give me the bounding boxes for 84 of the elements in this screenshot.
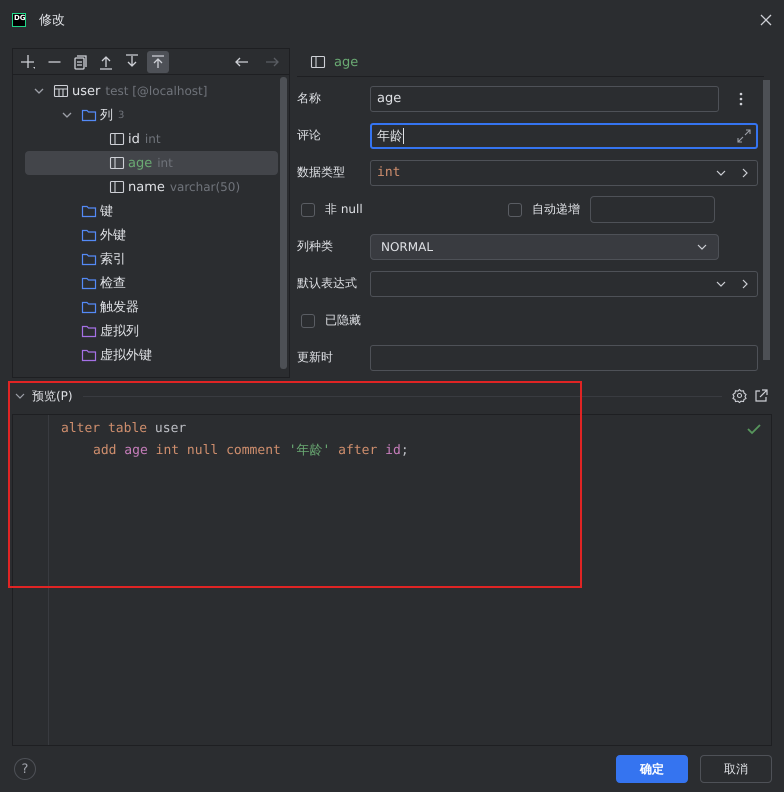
folder-icon xyxy=(81,251,97,267)
field-label: 更新时 xyxy=(297,349,334,366)
tree-item[interactable]: id int xyxy=(25,127,278,151)
tree-label: 索引 xyxy=(100,251,126,268)
tree-item[interactable]: 列 3 xyxy=(25,103,278,127)
checkbox-label: 非 null xyxy=(325,201,363,218)
tree-item[interactable]: 虚拟外键 xyxy=(25,343,278,367)
text-field[interactable]: 年龄 xyxy=(370,122,758,148)
tree-detail: 3 xyxy=(118,110,124,120)
folder-icon xyxy=(81,227,97,243)
tree-item[interactable]: 外键 xyxy=(25,223,278,247)
tree-label: 虚拟外键 xyxy=(100,347,152,364)
field-label: 默认表达式 xyxy=(297,275,358,292)
tree-label: id xyxy=(128,132,140,146)
tree-item[interactable]: name varchar(50) xyxy=(25,175,278,199)
checkbox-label: 自动递增 xyxy=(532,201,580,218)
folder-icon xyxy=(81,323,97,339)
tree-item[interactable]: 触发器 xyxy=(25,295,278,319)
checkbox[interactable] xyxy=(301,202,315,216)
checkbox[interactable] xyxy=(508,202,522,216)
field-label: 列种类 xyxy=(297,238,334,255)
dropdown[interactable]: NORMAL xyxy=(370,234,719,260)
scrollbar[interactable] xyxy=(280,77,287,369)
checkbox[interactable] xyxy=(301,314,315,328)
field-label: 名称 xyxy=(297,90,322,107)
preview-title[interactable]: 预览(P) xyxy=(32,388,73,404)
close-icon[interactable] xyxy=(760,14,772,26)
tree-item[interactable]: 虚拟列 xyxy=(25,319,278,343)
column-icon xyxy=(109,179,125,195)
up-icon xyxy=(98,54,114,70)
expand-icon[interactable] xyxy=(737,128,751,142)
text-field[interactable] xyxy=(370,344,758,370)
add-icon xyxy=(20,54,36,70)
table-icon xyxy=(53,83,69,99)
cancel-button[interactable]: 取消 xyxy=(700,755,772,783)
tree-label: user xyxy=(72,84,100,98)
folder-icon xyxy=(81,275,97,291)
tree-label: name xyxy=(128,180,165,194)
column-icon xyxy=(109,131,125,147)
folder-icon xyxy=(81,203,97,219)
tree-label: age xyxy=(128,156,152,170)
field-label: 评论 xyxy=(297,127,322,144)
more-icon[interactable] xyxy=(739,92,743,106)
tree-label: 虚拟列 xyxy=(100,323,139,340)
code-line: add age int null comment '年龄' after id; xyxy=(92,442,410,460)
field-value: int xyxy=(377,165,400,180)
tree-item[interactable]: 索引 xyxy=(25,247,278,271)
window-title: 修改 xyxy=(39,12,65,29)
tree-item[interactable]: user test [@localhost] xyxy=(25,79,278,103)
checkbox-label: 已隐藏 xyxy=(325,312,361,329)
down-icon xyxy=(124,54,140,70)
open-external-icon[interactable] xyxy=(754,389,768,403)
tree-detail: test [@localhost] xyxy=(105,84,208,98)
tree-detail: int xyxy=(144,132,161,146)
folder-icon xyxy=(81,347,97,363)
tree-item[interactable]: 检查 xyxy=(25,271,278,295)
folder-icon xyxy=(81,299,97,315)
text-field[interactable] xyxy=(590,196,715,223)
tree-label: 键 xyxy=(100,203,113,220)
folder-icon xyxy=(81,107,97,123)
field-value: age xyxy=(377,91,402,106)
tree-item[interactable]: 键 xyxy=(25,199,278,223)
scrollbar[interactable] xyxy=(763,80,770,360)
column-title: age xyxy=(334,54,358,70)
column-icon xyxy=(109,155,125,171)
tree-detail: varchar(50) xyxy=(170,180,240,194)
text-field[interactable]: age xyxy=(370,86,719,112)
tree-label: 检查 xyxy=(100,275,126,292)
ok-button[interactable]: 确定 xyxy=(616,755,688,783)
field-value: 年龄 xyxy=(377,128,403,144)
top-icon xyxy=(150,54,166,70)
tree-label: 触发器 xyxy=(100,299,139,316)
code-line: alter table user xyxy=(61,420,188,438)
tree-label: 外键 xyxy=(100,227,126,244)
tree-label: 列 xyxy=(100,107,113,124)
top-button[interactable] xyxy=(147,50,169,72)
copy-icon xyxy=(72,54,88,70)
settings-icon[interactable] xyxy=(732,388,748,404)
help-button[interactable]: ? xyxy=(14,758,36,780)
column-icon xyxy=(310,54,326,70)
combo-field[interactable] xyxy=(370,270,758,296)
combo-field[interactable]: int xyxy=(370,160,758,186)
code-editor[interactable]: alter table user add age int null comment '年龄' after id; xyxy=(12,414,772,746)
field-label: 数据类型 xyxy=(297,164,346,181)
